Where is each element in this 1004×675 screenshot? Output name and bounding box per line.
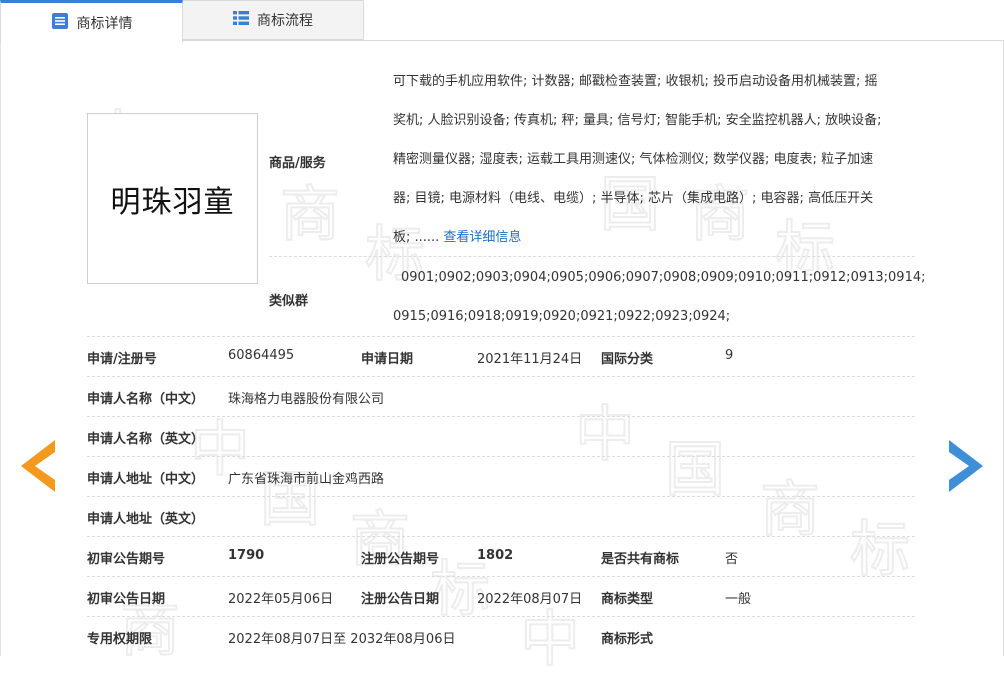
goods-services-label: 商品/服务: [269, 156, 326, 171]
goods-line: 奖机; 人脸识别设备; 传真机; 秤; 量具; 信号灯; 智能手机; 安全监控机…: [393, 113, 882, 128]
similar-line: 0901;0902;0903;0904;0905;0906;0907;0908;…: [401, 270, 926, 285]
trademark-name: 明珠羽童: [110, 184, 235, 220]
watermark-glyph: 商: [759, 475, 821, 545]
exclusive-period-value: 2022年08月07日至 2032年08月06日: [228, 632, 456, 647]
tab-trademark-detail-label: 商标详情: [76, 15, 133, 32]
reg-date-label: 注册公告日期: [361, 592, 440, 607]
goods-line: 板; ......: [393, 230, 440, 245]
similar-groups-label: 类似群: [269, 294, 309, 309]
address-en-label: 申请人地址（英文）: [87, 512, 205, 527]
row-divider: [87, 416, 915, 417]
view-details-link[interactable]: 查看详细信息: [443, 230, 521, 245]
row-divider: [87, 496, 915, 497]
row-divider: [87, 336, 915, 337]
chevron-left-icon: [21, 440, 55, 492]
watermark-glyph: 中: [519, 605, 581, 675]
goods-line: 可下载的手机应用软件; 计数器; 邮戳检查装置; 收银机; 投币启动设备用机械装…: [393, 74, 878, 89]
reg-date-value: 2022年08月07日: [477, 592, 583, 607]
document-list-icon: [51, 12, 69, 34]
row-divider: [269, 256, 915, 257]
row-divider: [87, 616, 915, 617]
trademark-image: 明珠羽童: [87, 113, 258, 284]
prelim-issue-value: 1790: [228, 548, 265, 563]
reg-issue-label: 注册公告期号: [361, 552, 440, 567]
prelim-date-value: 2022年05月06日: [228, 592, 334, 607]
prelim-date-label: 初审公告日期: [87, 592, 166, 607]
app-date-label: 申请日期: [361, 352, 414, 367]
row-divider: [87, 576, 915, 577]
address-cn-label: 申请人地址（中文）: [87, 472, 205, 487]
applicant-cn-value: 珠海格力电器股份有限公司: [228, 392, 385, 407]
list-icon: [233, 10, 249, 30]
exclusive-period-label: 专用权期限: [87, 632, 153, 647]
goods-line: 器; 目镜; 电源材料（电线、电缆）; 半导体; 芯片（集成电路）; 电容器; …: [393, 191, 874, 206]
similar-groups-list: 0901;0902;0903;0904;0905;0906;0907;0908;…: [393, 258, 926, 336]
next-arrow-button[interactable]: [949, 440, 983, 492]
applicant-cn-label: 申请人名称（中文）: [87, 392, 205, 407]
reg-no-label: 申请/注册号: [87, 352, 157, 367]
app-date-value: 2021年11月24日: [477, 352, 583, 367]
prev-arrow-button[interactable]: [21, 440, 55, 492]
row-divider: [87, 456, 915, 457]
panel-border-left: [0, 40, 1, 656]
intl-class-label: 国际分类: [601, 352, 654, 367]
goods-line-last: 板; ...... 查看详细信息: [393, 218, 915, 257]
row-divider: [87, 376, 915, 377]
prelim-issue-label: 初审公告期号: [87, 552, 166, 567]
watermark-glyph: 商: [279, 180, 341, 250]
row-divider: [87, 536, 915, 537]
watermark-glyph: 国: [664, 435, 726, 505]
chevron-right-icon: [949, 440, 983, 492]
applicant-en-label: 申请人名称（英文）: [87, 432, 205, 447]
reg-no-value: 60864495: [228, 348, 295, 363]
goods-services-list: 可下载的手机应用软件; 计数器; 邮戳检查装置; 收银机; 投币启动设备用机械装…: [393, 62, 915, 257]
tab-trademark-flow-label: 商标流程: [257, 13, 313, 29]
similar-line: 0915;0916;0918;0919;0920;0921;0922;0923;…: [393, 309, 731, 324]
address-cn-value: 广东省珠海市前山金鸡西路: [228, 472, 385, 487]
tab-bar: 商标详情 商标流程: [0, 0, 1004, 42]
watermark-glyph: 标: [849, 515, 911, 585]
tab-trademark-detail[interactable]: 商标详情: [0, 0, 183, 42]
tm-form-label: 商标形式: [601, 632, 654, 647]
reg-issue-value: 1802: [477, 548, 514, 563]
shared-tm-label: 是否共有商标: [601, 552, 680, 567]
tm-type-value: 一般: [725, 592, 752, 607]
tm-type-label: 商标类型: [601, 592, 654, 607]
shared-tm-value: 否: [725, 552, 739, 567]
tab-trademark-flow[interactable]: 商标流程: [183, 0, 364, 40]
goods-line: 精密测量仪器; 湿度表; 运载工具用测速仪; 气体检测仪; 数学仪器; 电度表;…: [393, 152, 874, 167]
intl-class-value: 9: [725, 348, 734, 363]
